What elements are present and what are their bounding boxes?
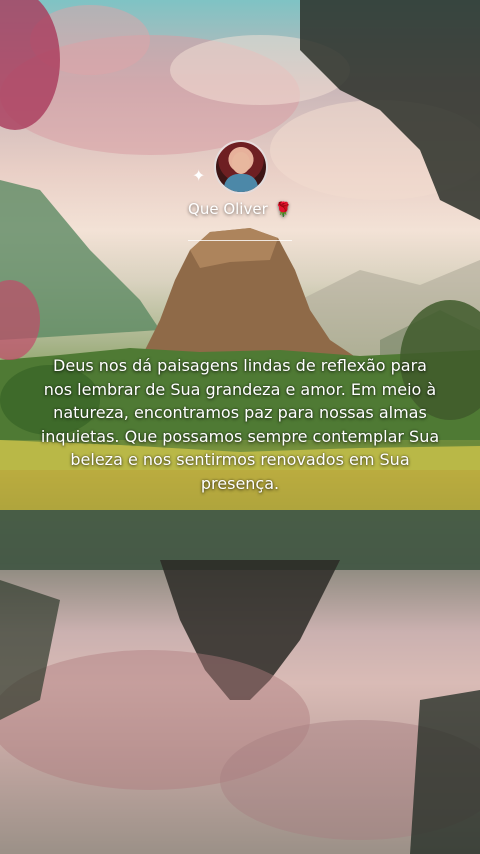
profile-header: ✦ Que Oliver 🌹 [0, 136, 480, 246]
sparkle-icon: ✦ [192, 166, 206, 185]
profile-name[interactable]: Que Oliver 🌹 [0, 200, 480, 218]
rose-icon: 🌹 [274, 202, 292, 218]
name-divider [188, 240, 292, 241]
avatar-body [224, 174, 258, 192]
story-screen: ✦ Que Oliver 🌹 Deus nos dá paisagens lin… [0, 0, 480, 854]
profile-name-text: Que Oliver [188, 200, 268, 218]
message-text: Deus nos dá paisagens lindas de reflexão… [40, 356, 440, 493]
avatar-face [232, 152, 250, 174]
avatar[interactable] [214, 140, 268, 194]
